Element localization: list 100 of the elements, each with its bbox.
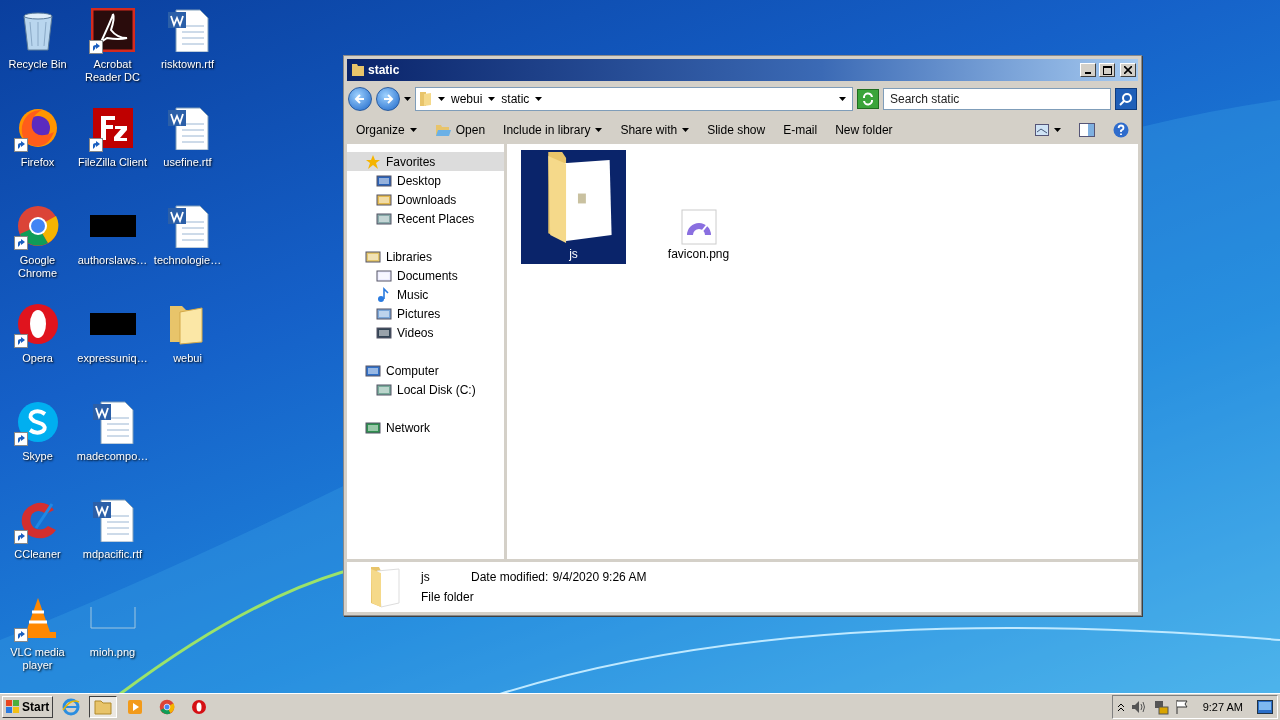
taskbar-app-button[interactable]	[89, 696, 118, 718]
icon-label: technologie…	[152, 254, 223, 267]
desktop-icon[interactable]: technologie…	[150, 196, 225, 294]
folder-icon	[94, 699, 113, 715]
desktop-icon[interactable]: CCleaner	[0, 490, 75, 588]
command-button[interactable]: Slide show	[701, 121, 772, 139]
nav-item[interactable]: Pictures	[347, 304, 504, 323]
maximize-button[interactable]	[1099, 63, 1115, 77]
word-document-icon	[165, 8, 210, 52]
desktop-icon[interactable]: Opera	[0, 294, 75, 392]
icon-label: Skype	[21, 450, 54, 463]
minimize-button[interactable]	[1080, 63, 1096, 77]
nav-item[interactable]: Network	[347, 418, 504, 437]
caret-icon	[682, 128, 690, 132]
file-item[interactable]: favicon.png	[646, 150, 751, 264]
close-button[interactable]	[1120, 63, 1136, 77]
refresh-button[interactable]	[857, 89, 879, 109]
address-bar[interactable]: webui static	[415, 87, 853, 111]
clock[interactable]: 9:27 AM	[1202, 701, 1243, 713]
icon-label: Google Chrome	[16, 254, 59, 280]
icon-label: Opera	[21, 352, 54, 365]
file-item[interactable]: js	[521, 150, 626, 264]
flag-icon[interactable]	[1174, 699, 1189, 715]
maximize-icon	[1102, 65, 1112, 75]
folder-icon	[351, 63, 365, 77]
command-button[interactable]: Share with	[614, 121, 696, 139]
desktop-icon[interactable]: Acrobat Reader DC	[75, 0, 150, 98]
icon-label: authorslaws…	[76, 254, 149, 267]
command-button[interactable]: New folder	[829, 121, 899, 139]
nav-item[interactable]: Recent Places	[347, 209, 504, 228]
command-button[interactable]: Organize	[350, 121, 423, 139]
caret-icon	[409, 128, 417, 132]
nav-item[interactable]: Local Disk (C:)	[347, 380, 504, 399]
start-button[interactable]: Start	[2, 696, 54, 718]
caret-icon	[1054, 128, 1061, 132]
refresh-icon	[861, 92, 875, 106]
icon-label: Acrobat Reader DC	[84, 58, 141, 84]
acrobat-icon	[90, 8, 135, 52]
media-player-icon	[127, 699, 144, 715]
desktop-icon[interactable]: madecompo…	[75, 392, 150, 490]
forward-arrow-icon	[382, 93, 394, 105]
nav-item[interactable]: Libraries	[347, 247, 504, 266]
desktop-icon[interactable]: Recycle Bin	[0, 0, 75, 98]
nav-item[interactable]: Music	[347, 285, 504, 304]
back-button[interactable]	[348, 87, 372, 111]
folder-icon	[434, 123, 451, 137]
icon-label: FileZilla Client	[76, 156, 149, 169]
forward-button[interactable]	[376, 87, 400, 111]
nav-item[interactable]: Documents	[347, 266, 504, 285]
desktop-icon[interactable]: Firefox	[0, 98, 75, 196]
view-icon	[1035, 124, 1049, 136]
ie-icon	[62, 698, 81, 716]
show-desktop-icon[interactable]	[1257, 700, 1273, 714]
desktop-icon[interactable]: Skype	[0, 392, 75, 490]
filezilla-icon	[90, 106, 135, 150]
icon-label: VLC media player	[9, 646, 66, 672]
chrome-icon	[159, 699, 176, 715]
search-button[interactable]	[1115, 88, 1137, 110]
desktop-icon[interactable]: webui	[150, 294, 225, 392]
desktop-icon[interactable]: mdpacific.rtf	[75, 490, 150, 588]
speaker-icon[interactable]	[1130, 700, 1147, 714]
word-document-icon	[165, 106, 210, 150]
icon-label: usefine.rtf	[162, 156, 213, 169]
icon-label: risktown.rtf	[159, 58, 216, 71]
nav-item[interactable]: Favorites	[347, 152, 504, 171]
window-title: static	[368, 63, 401, 77]
opera-icon	[15, 302, 60, 346]
nav-item[interactable]: Computer	[347, 361, 504, 380]
desktop-icon[interactable]: Google Chrome	[0, 196, 75, 294]
command-button[interactable]: E-mail	[777, 121, 824, 139]
opera-icon	[191, 699, 208, 715]
desktop-icon[interactable]: risktown.rtf	[150, 0, 225, 98]
desktop-icon[interactable]: VLC media player	[0, 588, 75, 686]
command-button[interactable]: Open	[428, 121, 492, 139]
search-field[interactable]: Search static	[883, 88, 1111, 110]
nav-item[interactable]: Downloads	[347, 190, 504, 209]
folder-icon	[418, 91, 432, 107]
nav-item[interactable]: Videos	[347, 323, 504, 342]
command-button[interactable]: Include in library	[497, 121, 609, 139]
details-name: js	[421, 570, 431, 584]
thumbnail-icon	[89, 313, 136, 335]
desktop-icon[interactable]: FileZilla Client	[75, 98, 150, 196]
icon-label: expressuniq…	[76, 352, 149, 365]
desktop-icon[interactable]: usefine.rtf	[150, 98, 225, 196]
breadcrumb[interactable]: webui	[451, 92, 483, 106]
thumbnail-icon	[89, 215, 136, 237]
icon-label: mdpacific.rtf	[81, 548, 144, 561]
caret-icon	[595, 128, 603, 132]
icon-label: madecompo…	[75, 450, 150, 463]
icon-label: webui	[172, 352, 203, 365]
chevron-up-icon[interactable]	[1116, 702, 1125, 712]
close-icon	[1124, 66, 1132, 74]
breadcrumb[interactable]: static	[501, 92, 530, 106]
word-document-icon	[165, 204, 210, 248]
desktop-icon[interactable]: authorslaws…	[75, 196, 150, 294]
word-document-icon	[90, 498, 135, 542]
word-document-icon	[90, 400, 135, 444]
desktop-icon[interactable]: mioh.png	[75, 588, 150, 686]
desktop-icon[interactable]: expressuniq…	[75, 294, 150, 392]
nav-item[interactable]: Desktop	[347, 171, 504, 190]
